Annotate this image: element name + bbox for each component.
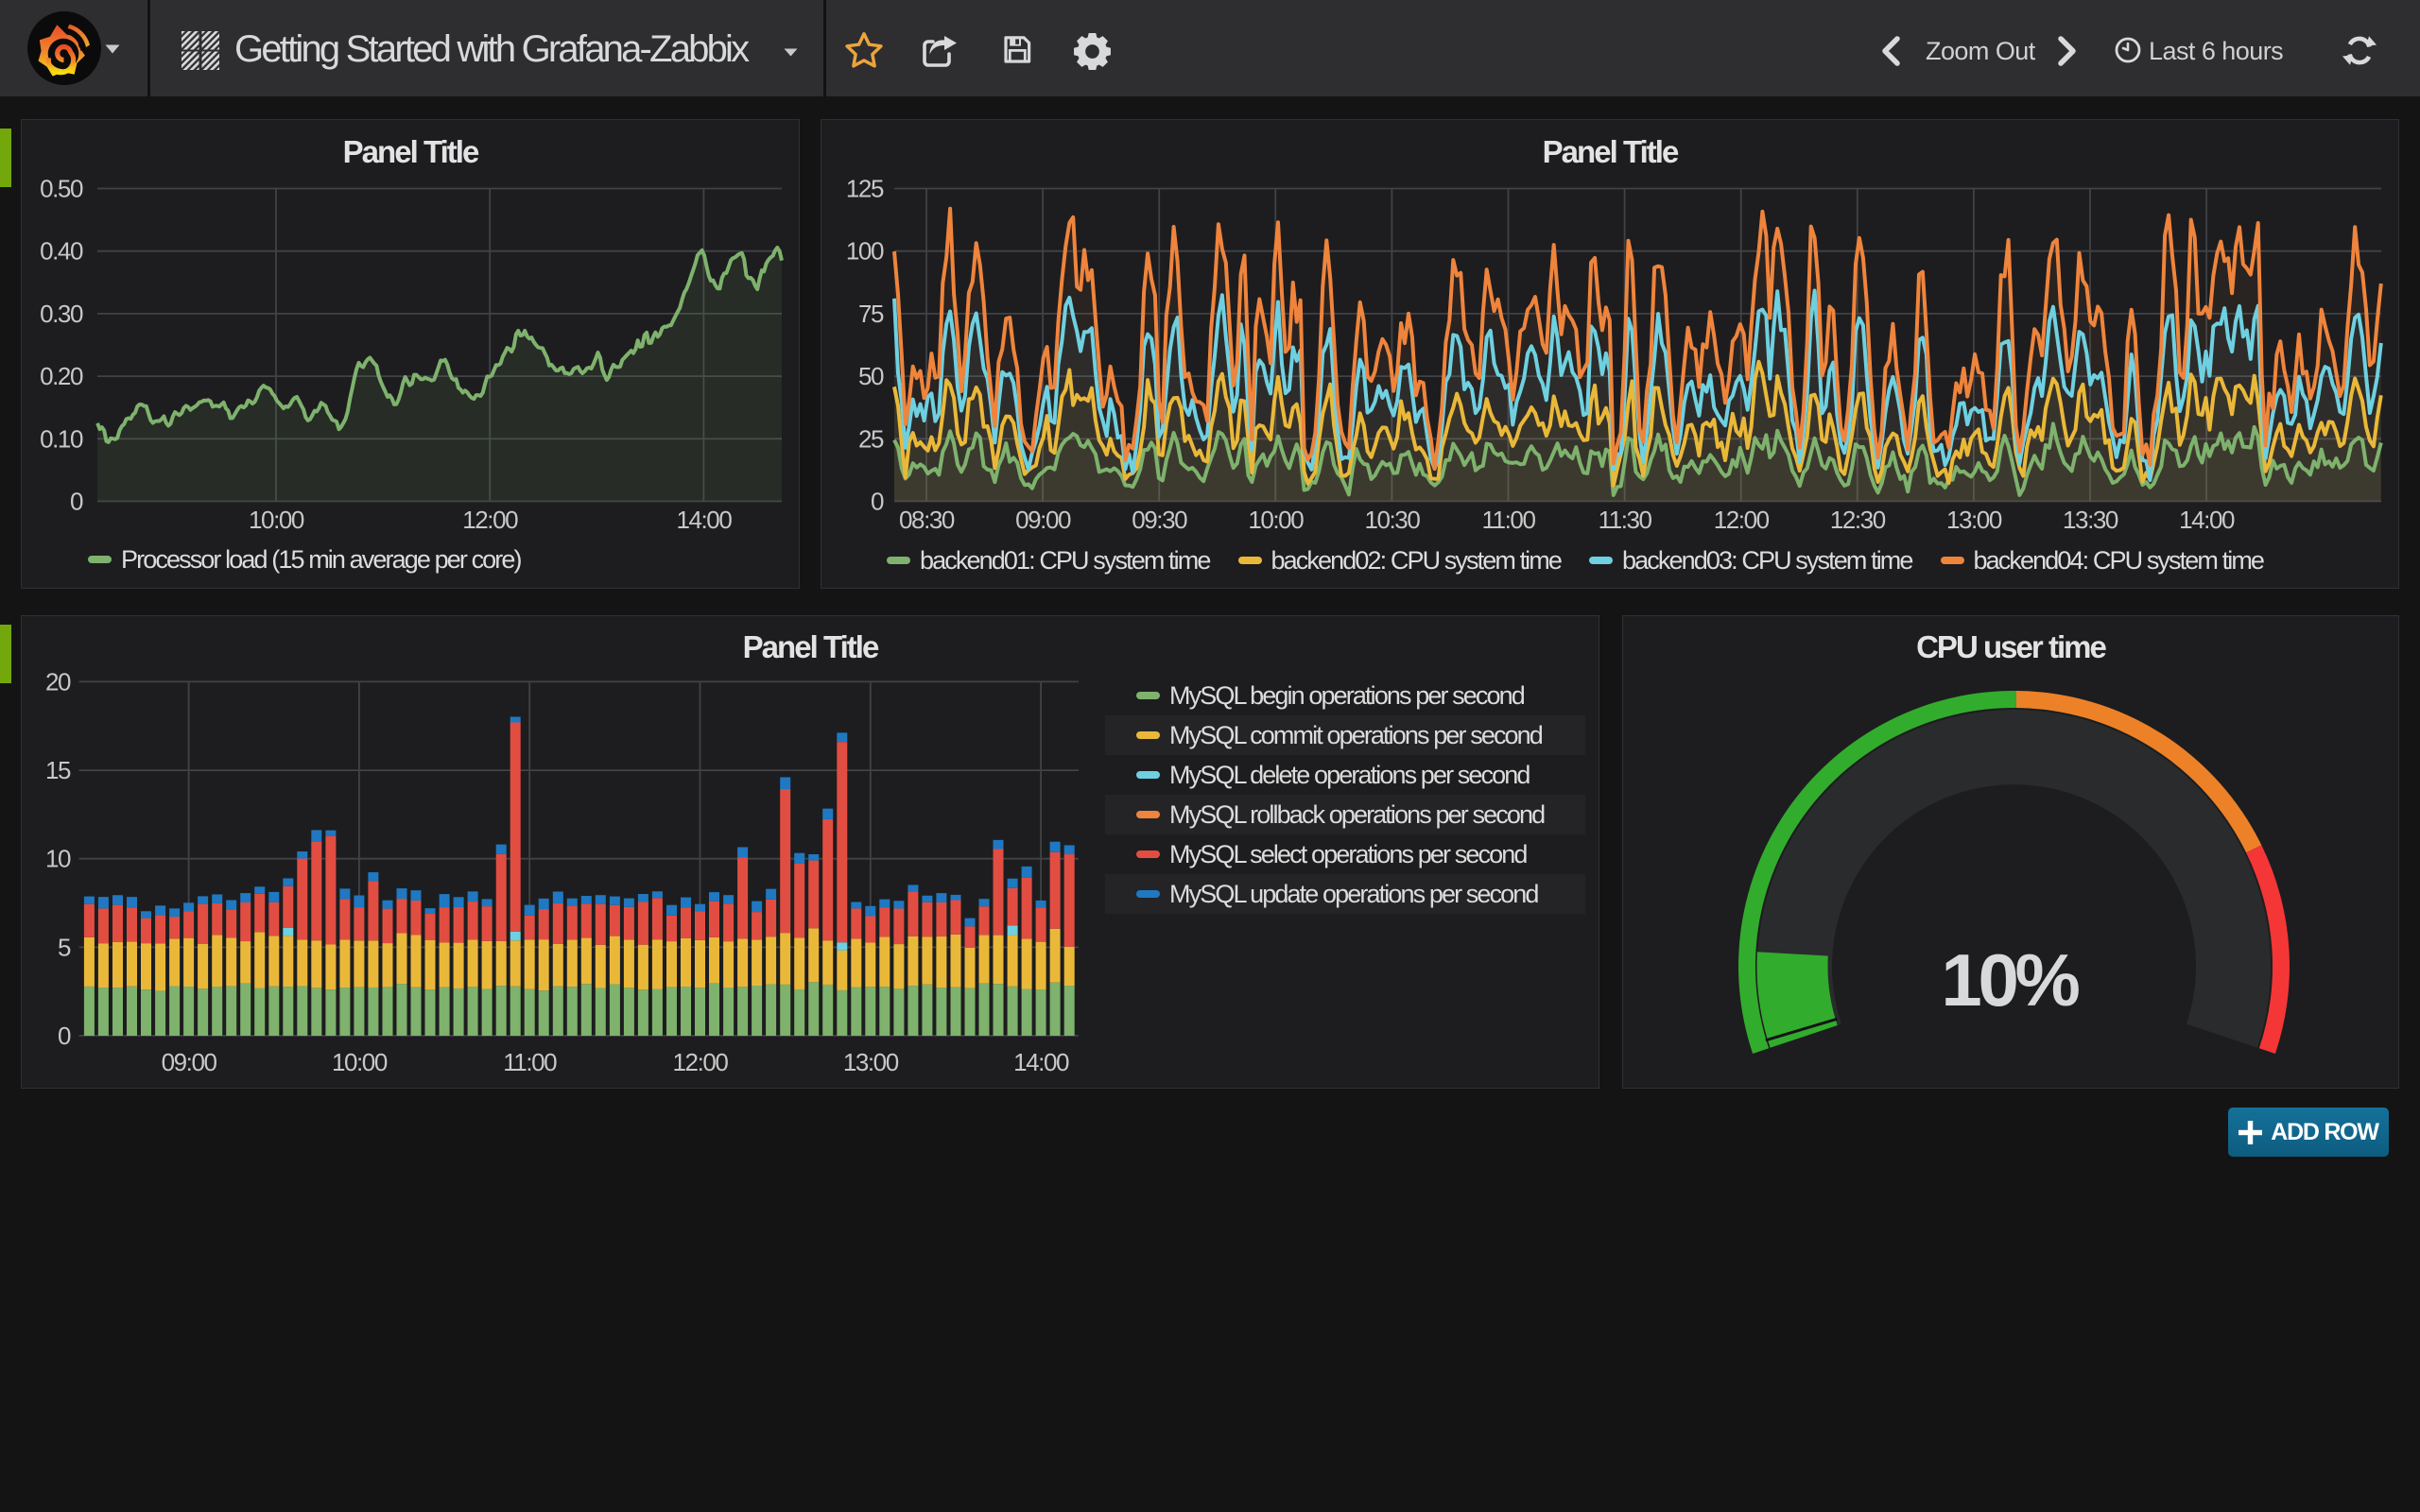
- svg-text:0.40: 0.40: [40, 237, 83, 266]
- svg-text:0.50: 0.50: [40, 175, 83, 203]
- svg-text:0.20: 0.20: [40, 362, 83, 390]
- svg-text:13:00: 13:00: [843, 1048, 899, 1076]
- svg-text:10:30: 10:30: [1364, 506, 1420, 534]
- svg-text:08:30: 08:30: [899, 506, 955, 534]
- svg-text:0.30: 0.30: [40, 300, 83, 328]
- svg-text:15: 15: [45, 756, 71, 784]
- svg-text:09:00: 09:00: [162, 1048, 217, 1076]
- svg-text:125: 125: [846, 175, 884, 203]
- svg-text:25: 25: [858, 424, 884, 453]
- svg-text:09:00: 09:00: [1015, 506, 1071, 534]
- svg-text:11:30: 11:30: [1599, 506, 1652, 534]
- svg-text:14:00: 14:00: [676, 506, 732, 534]
- svg-text:14:00: 14:00: [2179, 506, 2235, 534]
- svg-text:10%: 10%: [1941, 938, 2079, 1022]
- svg-text:11:00: 11:00: [503, 1048, 557, 1076]
- svg-text:75: 75: [858, 300, 884, 328]
- svg-text:100: 100: [846, 237, 884, 266]
- svg-text:14:00: 14:00: [1013, 1048, 1069, 1076]
- svg-text:12:00: 12:00: [1714, 506, 1770, 534]
- svg-text:10:00: 10:00: [332, 1048, 388, 1076]
- svg-text:09:30: 09:30: [1132, 506, 1187, 534]
- svg-text:13:30: 13:30: [2063, 506, 2118, 534]
- svg-text:12:00: 12:00: [462, 506, 518, 534]
- svg-text:5: 5: [58, 933, 71, 961]
- svg-text:10:00: 10:00: [249, 506, 304, 534]
- svg-text:11:00: 11:00: [1482, 506, 1536, 534]
- svg-text:13:00: 13:00: [1946, 506, 2002, 534]
- svg-text:10:00: 10:00: [1248, 506, 1304, 534]
- svg-text:0: 0: [58, 1022, 71, 1050]
- svg-text:50: 50: [858, 362, 884, 390]
- svg-text:0: 0: [70, 488, 83, 516]
- svg-text:12:00: 12:00: [673, 1048, 729, 1076]
- svg-text:0.10: 0.10: [40, 424, 83, 453]
- svg-text:20: 20: [45, 667, 71, 696]
- svg-text:10: 10: [45, 845, 71, 873]
- svg-text:0: 0: [871, 488, 884, 516]
- svg-text:12:30: 12:30: [1830, 506, 1886, 534]
